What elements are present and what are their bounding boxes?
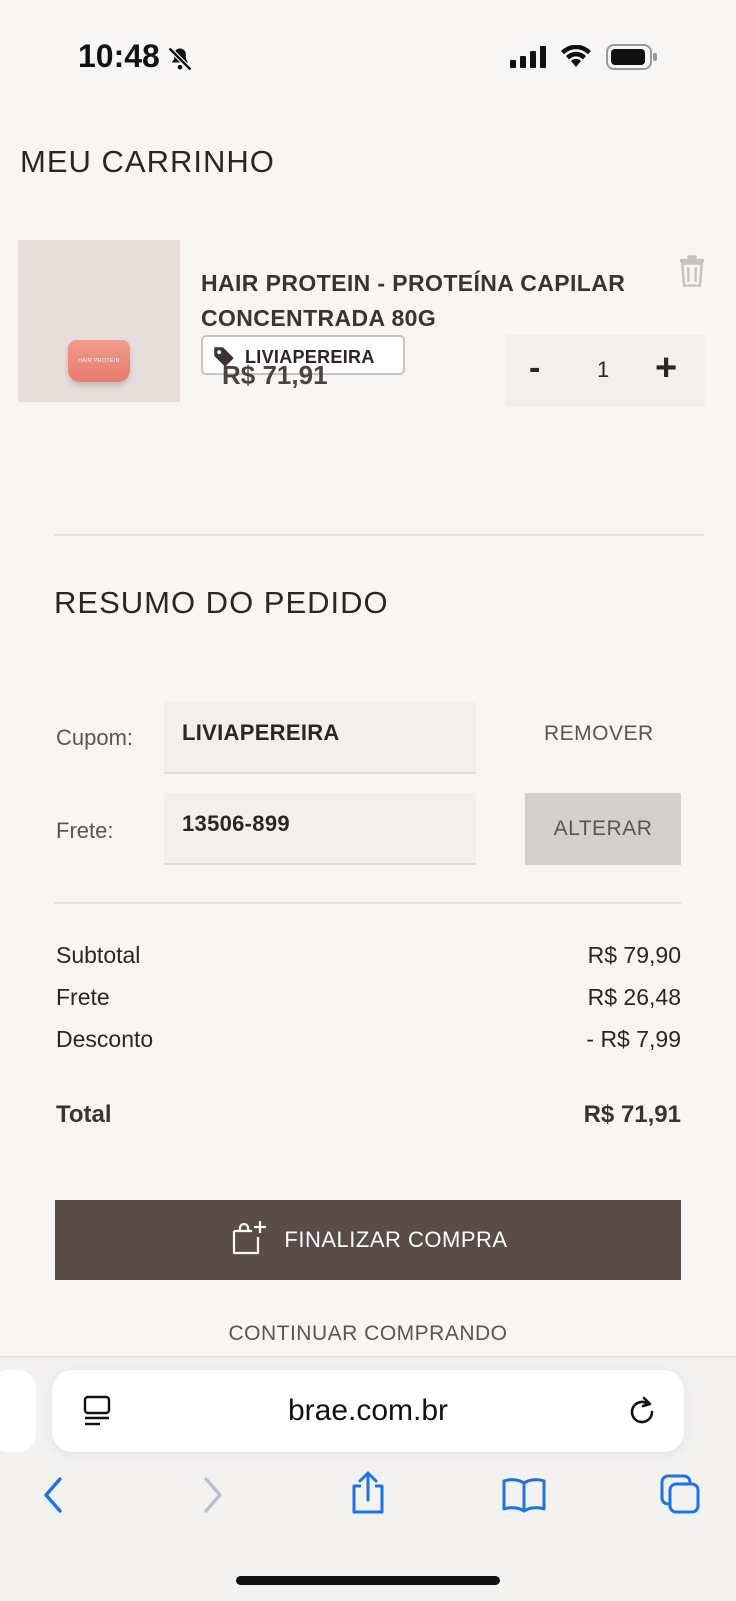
total-label: Total [56,1101,112,1128]
silent-bell-icon [166,45,194,78]
subtotal-value: R$ 79,90 [587,942,681,968]
share-icon[interactable] [348,1470,388,1521]
wifi-icon [561,45,591,67]
summary-title: RESUMO DO PEDIDO [54,585,389,620]
quantity-stepper: - 1 + [505,335,705,407]
coupon-label: Cupom: [56,725,134,750]
shipping-label: Frete: [56,818,114,843]
divider [54,534,704,536]
quantity-value: 1 [597,357,610,382]
status-icons [510,44,658,70]
back-icon[interactable] [40,1475,66,1520]
home-indicator[interactable] [236,1576,500,1585]
shopping-bag-add-icon [228,1217,268,1263]
discount-label: Desconto [56,1026,154,1052]
tabs-icon[interactable] [658,1472,702,1521]
coupon-input[interactable]: LIVIAPEREIRA [164,702,476,774]
battery-icon [606,44,657,70]
product-name[interactable]: HAIR PROTEIN - PROTEÍNA CAPILAR CONCENTR… [201,266,641,336]
divider [54,902,681,904]
quantity-decrease-button[interactable]: - [529,349,540,388]
trash-icon[interactable] [677,254,707,293]
remove-coupon-button[interactable]: REMOVER [544,722,654,746]
forward-icon[interactable] [200,1475,226,1520]
subtotal-label: Subtotal [56,942,141,968]
total-value: R$ 71,91 [583,1101,681,1128]
url-text: brae.com.br [287,1394,449,1427]
address-bar[interactable]: brae.com.br [52,1370,684,1452]
continue-shopping-link[interactable]: CONTINUAR COMPRANDO [0,1322,736,1346]
bookmarks-icon[interactable] [500,1475,548,1520]
checkout-button[interactable]: FINALIZAR COMPRA [55,1200,681,1280]
product-price: R$ 71,91 [222,360,328,390]
quantity-increase-button[interactable]: + [655,347,677,390]
checkout-label: FINALIZAR COMPRA [284,1227,508,1252]
product-jar-illustration: HAIR PROTEIN [68,340,130,382]
signal-icon [510,46,546,68]
previous-tab-peek[interactable] [0,1370,36,1452]
change-shipping-button[interactable]: ALTERAR [525,793,681,865]
page-title: MEU CARRINHO [20,144,275,179]
discount-value: - R$ 7,99 [586,1026,681,1052]
status-time: 10:48 [78,38,160,74]
reload-icon[interactable] [626,1394,658,1433]
shipping-cost-value: R$ 26,48 [587,984,681,1010]
zipcode-input[interactable]: 13506-899 [164,793,476,865]
product-image[interactable]: HAIR PROTEIN [18,240,180,402]
shipping-cost-label: Frete [56,984,110,1010]
